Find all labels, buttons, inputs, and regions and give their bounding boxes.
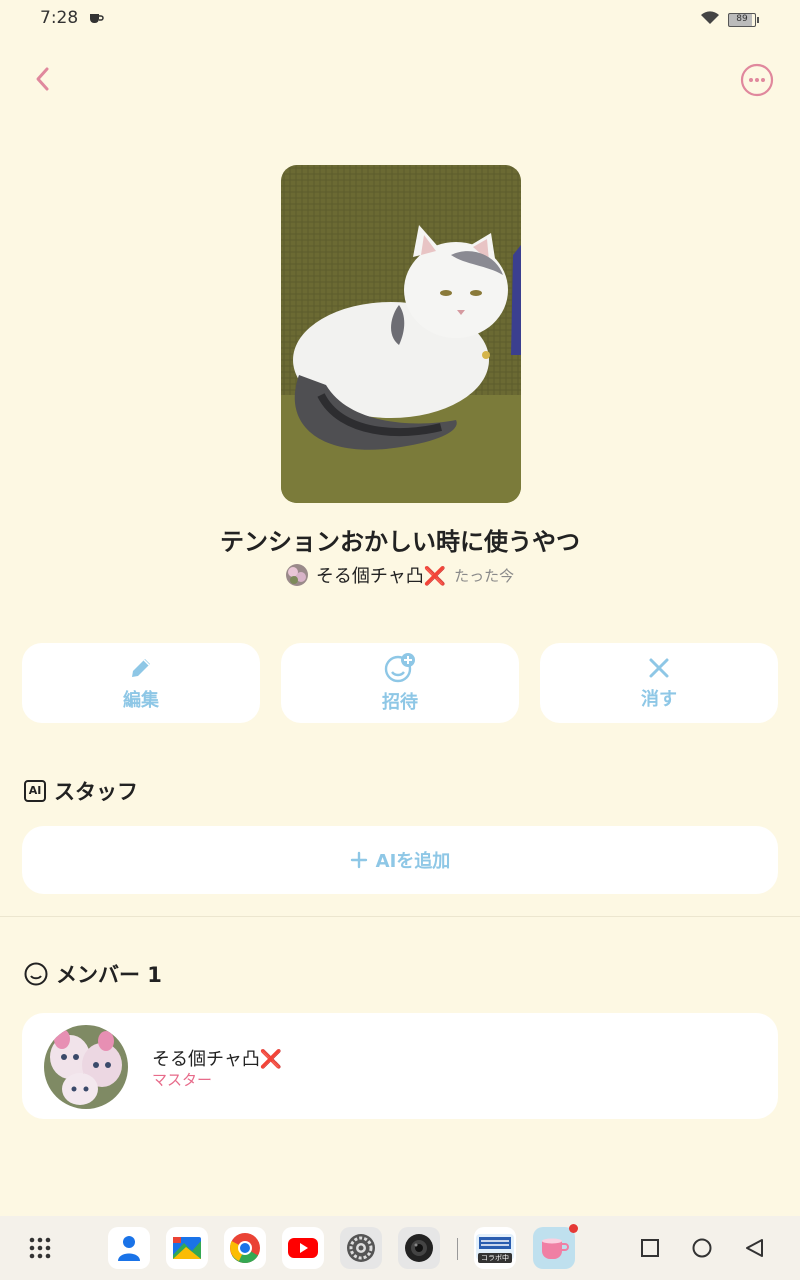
plus-icon	[350, 851, 367, 869]
delete-label: 消す	[641, 689, 677, 710]
divider	[0, 916, 800, 917]
member-role: マスター	[152, 1071, 213, 1089]
owner-row: そる個チャ凸❌ たった今	[0, 562, 800, 588]
youtube-icon[interactable]	[282, 1227, 324, 1269]
collab-label: コラボ中	[478, 1253, 512, 1263]
nav-back-button[interactable]	[734, 1227, 776, 1269]
owner-avatar	[285, 564, 308, 586]
wifi-icon	[700, 10, 720, 29]
camera-icon[interactable]	[398, 1227, 440, 1269]
battery-indicator: 89	[728, 12, 759, 27]
chrome-icon[interactable]	[224, 1227, 266, 1269]
staff-section-header: AI スタッフ	[24, 776, 138, 806]
status-time: 7:28	[40, 8, 79, 28]
members-section-header: メンバー 1	[24, 959, 162, 989]
pencil-icon	[132, 659, 150, 677]
taskbar: コラボ中	[0, 1216, 800, 1280]
member-card[interactable]: そる個チャ凸❌ マスター	[22, 1013, 778, 1119]
chevron-left-icon	[36, 67, 49, 91]
members-title: メンバー 1	[56, 963, 162, 987]
add-ai-button[interactable]: AIを追加	[22, 826, 778, 894]
smile-face-icon	[24, 962, 48, 986]
invite-label: 招待	[382, 692, 418, 713]
room-title: テンションおかしい時に使うやつ	[220, 528, 580, 556]
app-drawer-icon[interactable]	[19, 1227, 61, 1269]
taskbar-separator	[457, 1238, 458, 1260]
files-icon[interactable]	[166, 1227, 208, 1269]
add-ai-label: AIを追加	[375, 851, 451, 872]
staff-title: スタッフ	[54, 780, 138, 804]
cup-app-icon[interactable]	[533, 1224, 578, 1269]
edit-label: 編集	[123, 690, 159, 711]
member-avatar	[44, 1025, 128, 1109]
recents-button[interactable]	[629, 1227, 671, 1269]
invite-button[interactable]: 招待	[281, 643, 519, 723]
more-options-button[interactable]	[740, 63, 774, 97]
delete-button[interactable]: 消す	[540, 643, 778, 723]
more-icon	[740, 63, 774, 97]
status-bar: 7:28 89	[0, 0, 800, 36]
ai-badge-icon: AI	[24, 780, 46, 802]
edit-button[interactable]: 編集	[22, 643, 260, 723]
owner-name: そる個チャ凸❌	[315, 566, 447, 587]
collab-app-icon[interactable]: コラボ中	[474, 1227, 516, 1269]
room-cover-image[interactable]	[281, 165, 521, 503]
notification-dot	[569, 1224, 578, 1233]
settings-icon[interactable]	[340, 1227, 382, 1269]
back-button[interactable]	[26, 62, 60, 96]
home-button[interactable]	[681, 1227, 723, 1269]
contacts-icon[interactable]	[108, 1227, 150, 1269]
updated-time: たった今	[454, 566, 515, 585]
add-person-icon	[384, 653, 415, 683]
close-icon	[649, 658, 669, 678]
cup-notification-icon	[88, 10, 104, 29]
member-name: そる個チャ凸❌	[152, 1049, 283, 1070]
